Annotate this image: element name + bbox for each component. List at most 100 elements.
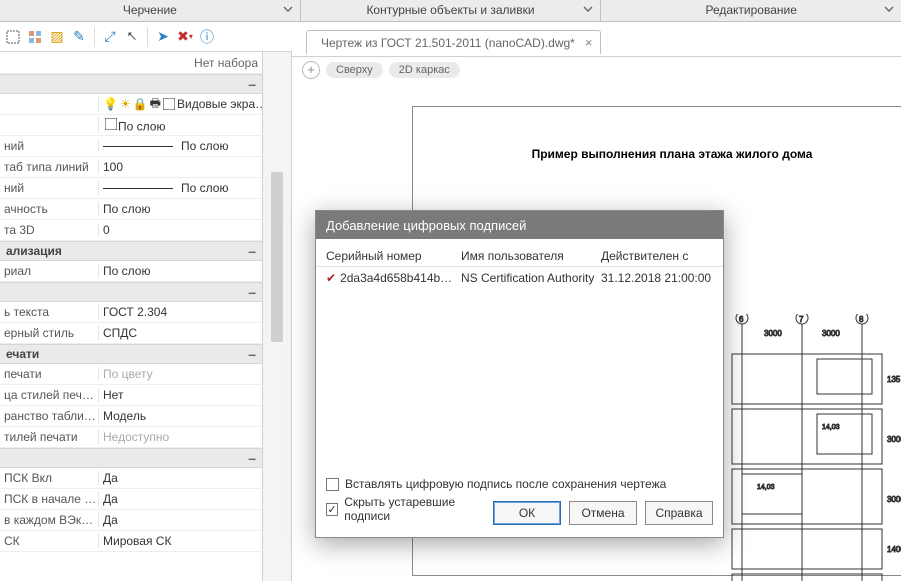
checkbox-icon [326,478,339,491]
checkbox-insert-after-save[interactable]: Вставлять цифровую подпись после сохране… [326,477,713,491]
pointer-icon[interactable]: ⭦ [123,28,141,46]
property-value[interactable]: 100 [98,160,262,174]
section-header[interactable]: – [0,448,262,468]
col-valid[interactable]: Действителен с [601,249,713,263]
property-label: ПСК в начале ко… [0,492,98,506]
property-value[interactable]: По слою [98,181,262,195]
property-value[interactable]: СПДС [98,326,262,340]
scrollbar-thumb[interactable] [271,172,283,342]
property-row[interactable]: ерный стильСПДС [0,323,262,344]
section-header[interactable]: – [0,74,262,94]
chevron-down-icon[interactable] [283,4,295,16]
cursor-icon[interactable]: ➤ [154,28,172,46]
property-row[interactable]: ранство таблиц…Модель [0,406,262,427]
property-row[interactable]: ца стилей печатиНет [0,385,262,406]
ribbon-tab-contours[interactable]: Контурные объекты и заливки [301,0,602,21]
collapse-icon[interactable]: – [248,450,256,466]
signature-row[interactable]: ✔2da3a4d658b414b…NS Certification Author… [316,267,723,289]
cancel-button[interactable]: Отмена [569,501,637,525]
dialog-titlebar[interactable]: Добавление цифровых подписей [316,211,723,239]
properties-scrollbar[interactable] [263,52,292,581]
property-value[interactable]: Да [98,492,262,506]
hatch-icon[interactable]: ▨ [48,28,66,46]
delete-icon[interactable]: ✖▾ [176,28,194,46]
property-value[interactable]: Модель [98,409,262,423]
property-value[interactable]: Да [98,471,262,485]
svg-text:8: 8 [859,315,864,324]
property-row[interactable]: нийПо слою [0,178,262,199]
property-row[interactable]: печатиПо цвету [0,364,262,385]
checkbox-label: Скрыть устаревшие подписи [344,495,493,523]
property-row[interactable]: СКМировая СК [0,531,262,552]
property-value[interactable]: 0 [98,223,262,237]
property-value[interactable]: По слою [98,264,262,278]
color-swatch-icon[interactable] [103,117,118,132]
dimension-icon[interactable]: ⤢ [101,28,119,46]
help-icon[interactable]: ⓘ [198,28,216,46]
chevron-down-icon[interactable] [583,4,595,16]
checkbox-label: Вставлять цифровую подпись после сохране… [345,477,666,491]
collapse-icon[interactable]: – [248,76,256,92]
add-view-button[interactable]: + [302,61,320,79]
property-row[interactable]: в каждом ВЭкранеДа [0,510,262,531]
property-value[interactable]: По цвету [98,367,262,381]
property-value[interactable]: Нет [98,388,262,402]
digital-signature-dialog: Добавление цифровых подписей Серийный но… [315,210,724,538]
col-serial[interactable]: Серийный номер [326,249,461,263]
property-row[interactable]: та 3D0 [0,220,262,241]
section-header[interactable]: ечати– [0,344,262,364]
section-header[interactable]: ализация– [0,241,262,261]
property-value[interactable]: Недоступно [98,430,262,444]
select-rect-icon[interactable] [4,28,22,46]
sun-icon[interactable]: ☀ [120,97,131,112]
property-label: СК [0,534,98,548]
file-tab[interactable]: Чертеж из ГОСТ 21.501-2011 (nanoCAD).dwg… [306,30,601,54]
color-swatch-icon[interactable] [163,97,175,112]
property-label: ачность [0,202,98,216]
property-value[interactable]: По слою [98,117,262,134]
help-button[interactable]: Справка [645,501,713,525]
property-row[interactable]: По слою [0,115,262,136]
view-chip-top[interactable]: Сверху [326,62,383,78]
brush-icon[interactable]: ✎ [70,28,88,46]
col-user[interactable]: Имя пользователя [461,249,601,263]
ribbon-tab-edit[interactable]: Редактирование [601,0,901,21]
view-chip-wireframe[interactable]: 2D каркас [389,62,460,78]
svg-text:7: 7 [799,315,804,324]
plus-icon: + [307,62,315,77]
property-row[interactable]: риалПо слою [0,261,262,282]
lock-icon[interactable]: 🔒 [133,97,148,112]
property-label: риал [0,264,98,278]
property-row[interactable]: тилей печатиНедоступно [0,427,262,448]
collapse-icon[interactable]: – [248,346,256,362]
quick-toolbar: ▨ ✎ ⤢ ⭦ ➤ ✖▾ ⓘ [0,22,292,52]
property-value[interactable]: 💡☀🔒🖶Видовые экра… [98,97,262,112]
signature-table-body: ✔2da3a4d658b414b…NS Certification Author… [316,267,723,289]
collapse-icon[interactable]: – [248,243,256,259]
property-row[interactable]: ачностьПо слою [0,199,262,220]
property-row[interactable]: нийПо слою [0,136,262,157]
property-row[interactable]: таб типа линий100 [0,157,262,178]
print-icon[interactable]: 🖶 [150,97,161,112]
property-value[interactable]: Да [98,513,262,527]
property-row[interactable]: 💡☀🔒🖶Видовые экра… [0,94,262,115]
linetype-preview-icon [103,146,173,147]
lightbulb-icon[interactable]: 💡 [103,97,118,112]
close-icon[interactable]: × [585,35,593,50]
checkbox-hide-expired[interactable]: ✓ Скрыть устаревшие подписи [326,495,493,523]
property-row[interactable]: ПСК ВклДа [0,468,262,489]
section-header[interactable]: – [0,282,262,302]
svg-text:6: 6 [739,315,744,324]
property-row[interactable]: ПСК в начале ко…Да [0,489,262,510]
property-value[interactable]: По слою [98,202,262,216]
ok-button[interactable]: ОК [493,501,561,525]
property-value[interactable]: По слою [98,139,262,153]
ribbon-tab-drawing[interactable]: Черчение [0,0,301,21]
property-row[interactable]: ь текстаГОСТ 2.304 [0,302,262,323]
property-value[interactable]: Мировая СК [98,534,262,548]
properties-body: –💡☀🔒🖶Видовые экра…По слоюнийПо слоютаб т… [0,74,262,552]
collapse-icon[interactable]: – [248,284,256,300]
chevron-down-icon[interactable] [884,4,896,16]
grid-icon[interactable] [26,28,44,46]
property-value[interactable]: ГОСТ 2.304 [98,305,262,319]
